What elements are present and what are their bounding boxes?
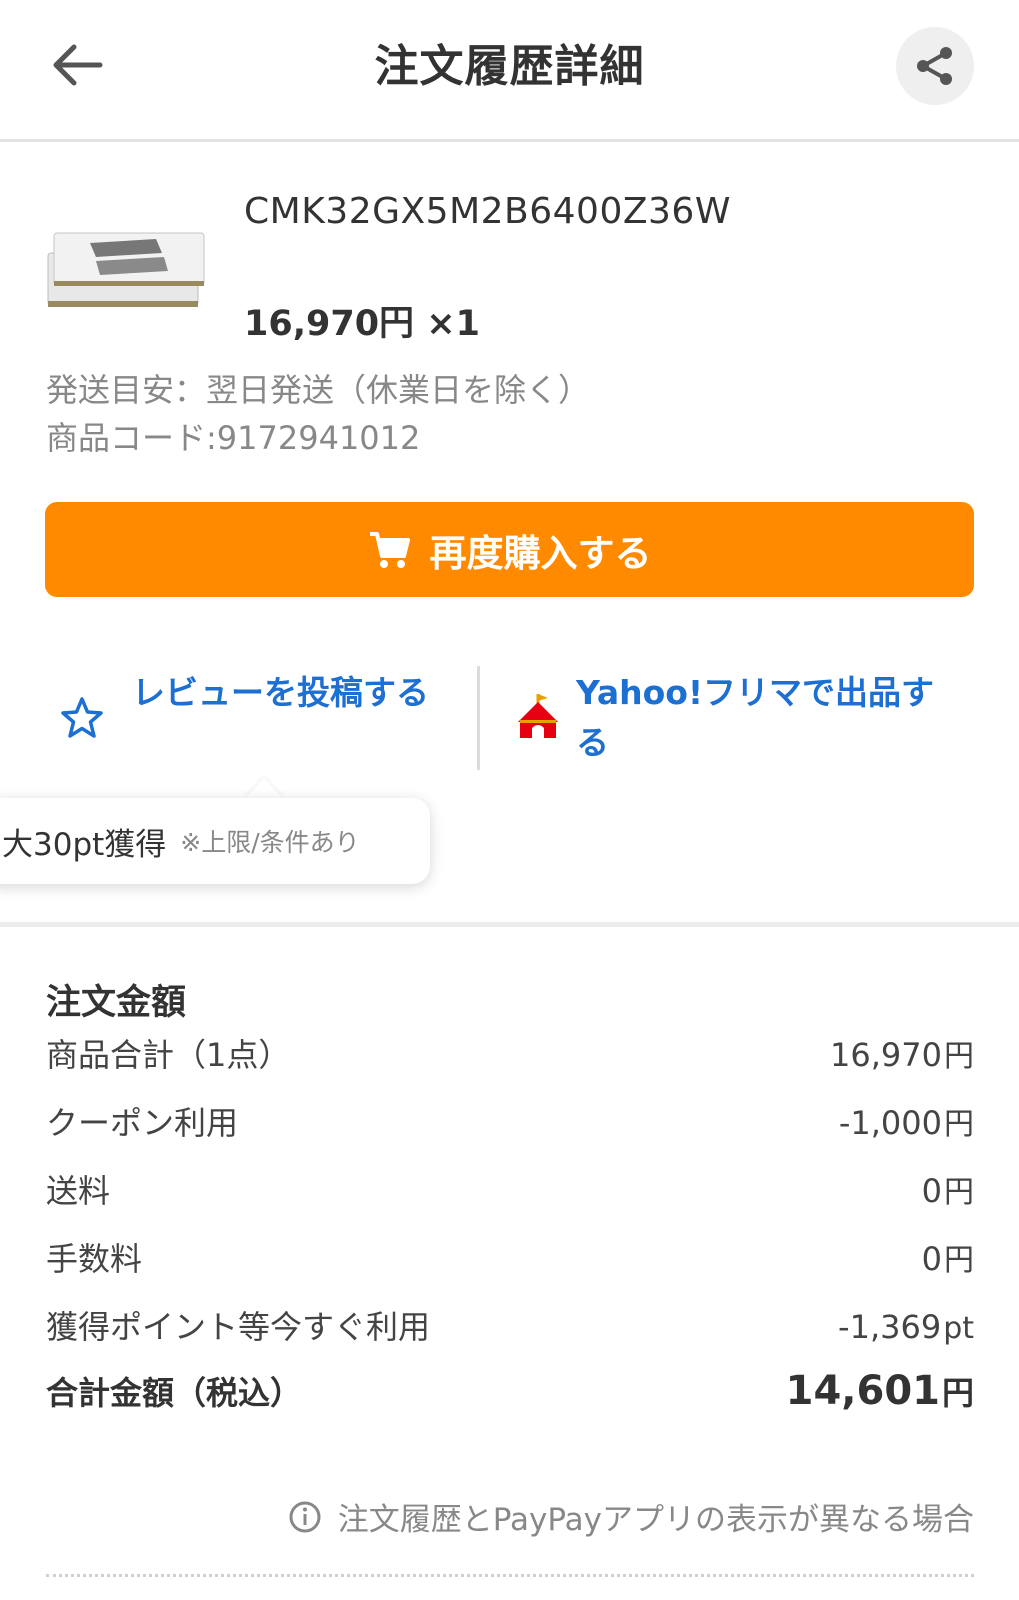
- product-name[interactable]: CMK32GX5M2B6400Z36W: [244, 191, 731, 232]
- star-icon: [60, 696, 104, 744]
- summary-row-coupon: クーポン利用 -1,000円: [46, 1098, 974, 1144]
- product-image[interactable]: [44, 213, 206, 313]
- info-icon: [288, 1500, 322, 1534]
- summary-row-subtotal: 商品合計（1点） 16,970円: [46, 1030, 974, 1076]
- order-amount-title: 注文金額: [46, 983, 187, 1023]
- page-title: 注文履歴詳細: [374, 41, 645, 92]
- review-points-tooltip: 大30pt獲得 ※上限/条件あり: [0, 798, 430, 884]
- product-price: 16,970円 ×1: [244, 304, 480, 344]
- row-label: 獲得ポイント等今すぐ利用: [46, 1308, 431, 1346]
- cart-icon: [368, 530, 412, 570]
- tooltip-main-text: 大30pt獲得: [2, 826, 167, 863]
- dotted-divider: [46, 1574, 974, 1577]
- row-label: 商品合計（1点）: [46, 1036, 291, 1074]
- display-difference-info-link[interactable]: 注文履歴とPayPayアプリの表示が異なる場合: [288, 1494, 974, 1539]
- summary-row-shipping: 送料 0円: [46, 1166, 974, 1212]
- summary-row-points: 獲得ポイント等今すぐ利用 -1,369pt: [46, 1302, 974, 1348]
- rebuy-label: 再度購入する: [429, 531, 652, 575]
- row-amount: 16,970円: [830, 1036, 974, 1074]
- row-label: 送料: [46, 1172, 111, 1210]
- row-amount: -1,000円: [838, 1104, 974, 1142]
- divider: [477, 666, 480, 770]
- rebuy-button[interactable]: 再度購入する: [45, 502, 974, 597]
- shipping-estimate: 発送目安：翌日発送（休業日を除く）: [46, 371, 591, 409]
- row-amount: -1,369pt: [838, 1308, 974, 1346]
- share-icon: [917, 47, 952, 85]
- section-divider: [0, 922, 1019, 927]
- flea-market-label: Yahoo!フリマで出品する: [576, 673, 935, 762]
- row-amount: 0円: [921, 1240, 974, 1278]
- summary-row-total: 合計金額（税込） 14,601円: [46, 1368, 974, 1414]
- product-code: 商品コード:9172941012: [46, 419, 421, 457]
- app-header: 注文履歴詳細: [0, 0, 1019, 142]
- row-amount: 0円: [921, 1172, 974, 1210]
- total-amount: 14,601円: [785, 1368, 974, 1414]
- post-review-label: レビューを投稿する: [132, 673, 429, 712]
- tooltip-arrow: [244, 778, 284, 800]
- tooltip-note: ※上限/条件あり: [180, 828, 360, 857]
- row-label: クーポン利用: [46, 1104, 239, 1142]
- flea-market-listing-link[interactable]: Yahoo!フリマで出品する: [516, 664, 986, 774]
- post-review-link[interactable]: レビューを投稿する: [60, 664, 460, 774]
- summary-row-fee: 手数料 0円: [46, 1234, 974, 1280]
- share-button[interactable]: [896, 27, 974, 105]
- tent-icon: [516, 692, 560, 746]
- row-label: 手数料: [46, 1240, 143, 1278]
- info-link-label: 注文履歴とPayPayアプリの表示が異なる場合: [337, 1502, 974, 1538]
- total-label: 合計金額（税込）: [46, 1374, 303, 1412]
